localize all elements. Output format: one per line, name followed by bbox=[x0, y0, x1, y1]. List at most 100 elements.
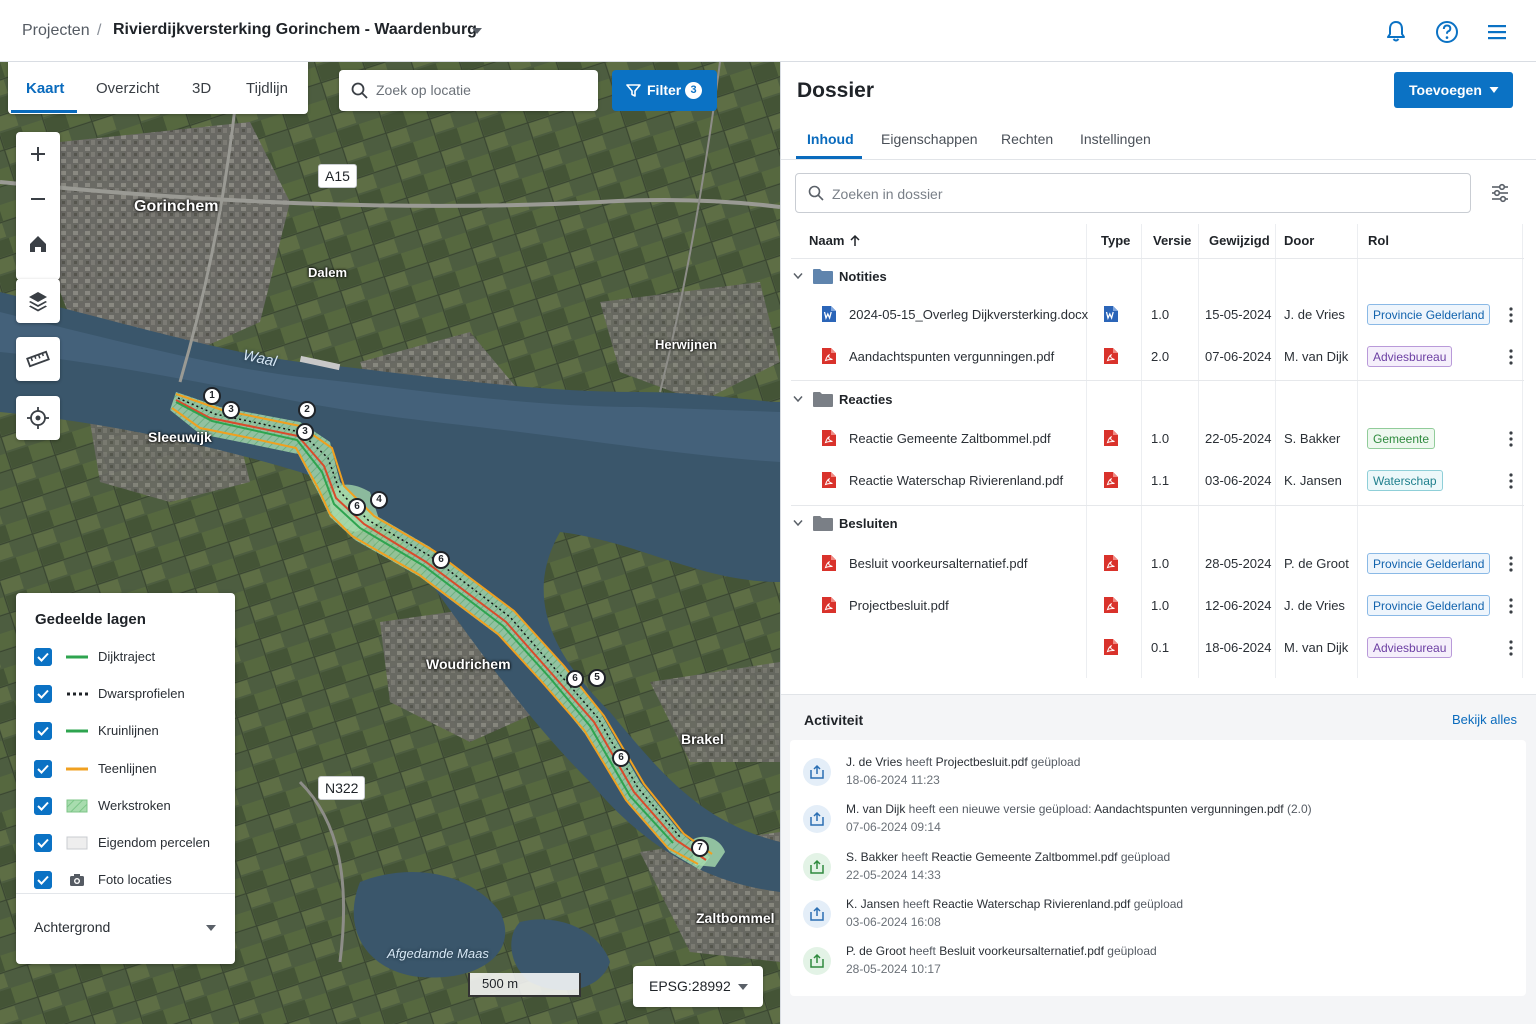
file-row[interactable]: 2024-05-15_Overleg Dijkversterking.docx 1… bbox=[791, 298, 1526, 332]
activity-item[interactable]: M. van Dijk heeft een nieuwe versie geüp… bbox=[803, 802, 1503, 842]
activity-object[interactable]: Reactie Gemeente Zaltbommel.pdf bbox=[931, 850, 1117, 864]
background-map-select[interactable]: Achtergrond bbox=[34, 917, 219, 939]
layer-checkbox[interactable] bbox=[34, 834, 52, 852]
file-row[interactable]: Besluit voorkeursalternatief.pdf 1.0 28-05… bbox=[791, 547, 1526, 581]
tab-kaart[interactable]: Kaart bbox=[26, 80, 64, 97]
column-header-type[interactable]: Type bbox=[1101, 233, 1130, 248]
activity-object[interactable]: Aandachtspunten vergunningen.pdf bbox=[1094, 802, 1284, 816]
zoom-in-icon[interactable] bbox=[16, 132, 60, 176]
file-row[interactable]: Reactie Gemeente Zaltbommel.pdf 1.0 22-05-… bbox=[791, 422, 1526, 456]
tab-tijdlijn[interactable]: Tijdlijn bbox=[246, 80, 288, 97]
tab-instellingen[interactable]: Instellingen bbox=[1080, 131, 1151, 147]
activity-text: S. Bakker heeft Reactie Gemeente Zaltbom… bbox=[846, 850, 1170, 864]
layer-checkbox[interactable] bbox=[34, 685, 52, 703]
notifications-bell-icon[interactable] bbox=[1383, 19, 1409, 45]
photo-marker[interactable]: 6 bbox=[566, 670, 584, 688]
filter-settings-icon[interactable] bbox=[1488, 181, 1512, 205]
file-modified-date: 07-06-2024 bbox=[1205, 349, 1272, 364]
more-options-icon[interactable] bbox=[1505, 554, 1517, 574]
more-options-icon[interactable] bbox=[1505, 471, 1517, 491]
column-header-rol[interactable]: Rol bbox=[1368, 233, 1389, 248]
role-badge: Provincie Gelderland bbox=[1367, 304, 1491, 325]
project-switcher-chevron-icon[interactable] bbox=[470, 24, 484, 38]
zoom-out-icon[interactable] bbox=[16, 177, 60, 221]
pdf-document-icon bbox=[1103, 638, 1119, 656]
photo-marker[interactable]: 1 bbox=[203, 387, 221, 405]
photo-marker[interactable]: 3 bbox=[296, 423, 314, 441]
help-icon[interactable] bbox=[1434, 19, 1460, 45]
activity-object[interactable]: Reactie Waterschap Rivierenland.pdf bbox=[933, 897, 1131, 911]
file-row[interactable]: Reactie Waterschap Rivierenland.pdf 1.1 03… bbox=[791, 464, 1526, 498]
tab-eigenschappen[interactable]: Eigenschappen bbox=[881, 131, 978, 147]
pdf-document-icon bbox=[1103, 471, 1119, 489]
folder-group-notities[interactable]: Notities bbox=[791, 267, 1091, 287]
photo-marker[interactable]: 6 bbox=[432, 551, 450, 569]
upload-icon bbox=[803, 758, 831, 786]
main-menu-icon[interactable] bbox=[1484, 19, 1510, 45]
more-options-icon[interactable] bbox=[1505, 596, 1517, 616]
chevron-down-icon bbox=[793, 273, 803, 280]
activity-object[interactable]: Besluit voorkeursalternatief.pdf bbox=[939, 944, 1104, 958]
tab-rechten[interactable]: Rechten bbox=[1001, 131, 1053, 147]
layer-checkbox[interactable] bbox=[34, 648, 52, 666]
activity-verb: heeft bbox=[898, 850, 932, 864]
activity-item[interactable]: J. de Vries heeft Projectbesluit.pdf geü… bbox=[803, 755, 1503, 795]
activity-item[interactable]: P. de Groot heeft Besluit voorkeursalter… bbox=[803, 944, 1503, 984]
add-button[interactable]: Toevoegen bbox=[1394, 72, 1513, 108]
file-modified-date: 28-05-2024 bbox=[1205, 556, 1272, 571]
breadcrumb-projects-link[interactable]: Projecten bbox=[22, 22, 90, 40]
tab-inhoud[interactable]: Inhoud bbox=[807, 131, 854, 147]
layer-checkbox[interactable] bbox=[34, 722, 52, 740]
dossier-search-input[interactable] bbox=[832, 183, 1452, 205]
file-modified-by: M. van Dijk bbox=[1284, 640, 1349, 655]
more-options-icon[interactable] bbox=[1505, 347, 1517, 367]
layer-checkbox[interactable] bbox=[34, 760, 52, 778]
photo-marker[interactable]: 6 bbox=[612, 749, 630, 767]
photo-marker[interactable]: 6 bbox=[348, 498, 366, 516]
layer-checkbox[interactable] bbox=[34, 797, 52, 815]
more-options-icon[interactable] bbox=[1505, 638, 1517, 658]
activity-item[interactable]: K. Jansen heeft Reactie Waterschap Rivie… bbox=[803, 897, 1503, 937]
photo-marker[interactable]: 2 bbox=[298, 401, 316, 419]
view-all-activity-link[interactable]: Bekijk alles bbox=[1452, 712, 1517, 727]
legend-title: Gedeelde lagen bbox=[35, 611, 146, 628]
photo-marker[interactable]: 3 bbox=[222, 401, 240, 419]
more-options-icon[interactable] bbox=[1505, 305, 1517, 325]
file-row[interactable]: Projectbesluit.pdf 1.0 12-06-2024 J. de Vri… bbox=[791, 589, 1526, 623]
layer-checkbox[interactable] bbox=[34, 871, 52, 889]
column-header-versie[interactable]: Versie bbox=[1153, 233, 1191, 248]
column-header-naam[interactable]: Naam bbox=[809, 233, 844, 248]
tab-overzicht[interactable]: Overzicht bbox=[96, 80, 159, 97]
place-label-gorinchem: Gorinchem bbox=[134, 198, 219, 215]
more-options-icon[interactable] bbox=[1505, 429, 1517, 449]
filter-button[interactable]: Filter 3 bbox=[612, 70, 717, 111]
tab-3d[interactable]: 3D bbox=[192, 80, 211, 97]
layer-label: Werkstroken bbox=[98, 798, 171, 813]
activity-user[interactable]: S. Bakker bbox=[846, 850, 898, 864]
activity-item[interactable]: S. Bakker heeft Reactie Gemeente Zaltbom… bbox=[803, 850, 1503, 890]
layers-button[interactable] bbox=[16, 279, 60, 323]
photo-marker[interactable]: 4 bbox=[370, 491, 388, 509]
map-view[interactable]: Kaart Overzicht 3D Tijdlijn Filter 3 bbox=[0, 62, 780, 1024]
my-location-button[interactable] bbox=[16, 396, 60, 440]
activity-user[interactable]: K. Jansen bbox=[846, 897, 899, 911]
file-row[interactable]: 0.1 18-06-2024 M. van Dijk Adviesbureau bbox=[791, 631, 1526, 665]
column-header-gewijzigd[interactable]: Gewijzigd bbox=[1209, 233, 1270, 248]
activity-user[interactable]: P. de Groot bbox=[846, 944, 906, 958]
column-header-door[interactable]: Door bbox=[1284, 233, 1314, 248]
folder-group-besluiten[interactable]: Besluiten bbox=[791, 514, 1091, 534]
home-icon[interactable] bbox=[16, 222, 60, 266]
photo-marker[interactable]: 7 bbox=[691, 839, 709, 857]
activity-user[interactable]: J. de Vries bbox=[846, 755, 902, 769]
sort-ascending-icon[interactable] bbox=[849, 234, 861, 247]
photo-marker[interactable]: 5 bbox=[588, 669, 606, 687]
folder-group-reacties[interactable]: Reacties bbox=[791, 390, 1091, 410]
activity-suffix: (2.0) bbox=[1283, 802, 1312, 816]
crs-select[interactable]: EPSG:28992 bbox=[633, 966, 763, 1007]
location-search-input[interactable] bbox=[376, 79, 586, 101]
file-row[interactable]: Aandachtspunten vergunningen.pdf 2.0 07-06… bbox=[791, 340, 1526, 374]
activity-timestamp: 22-05-2024 14:33 bbox=[846, 868, 941, 882]
measure-button[interactable] bbox=[16, 337, 60, 381]
activity-object[interactable]: Projectbesluit.pdf bbox=[936, 755, 1028, 769]
activity-user[interactable]: M. van Dijk bbox=[846, 802, 905, 816]
